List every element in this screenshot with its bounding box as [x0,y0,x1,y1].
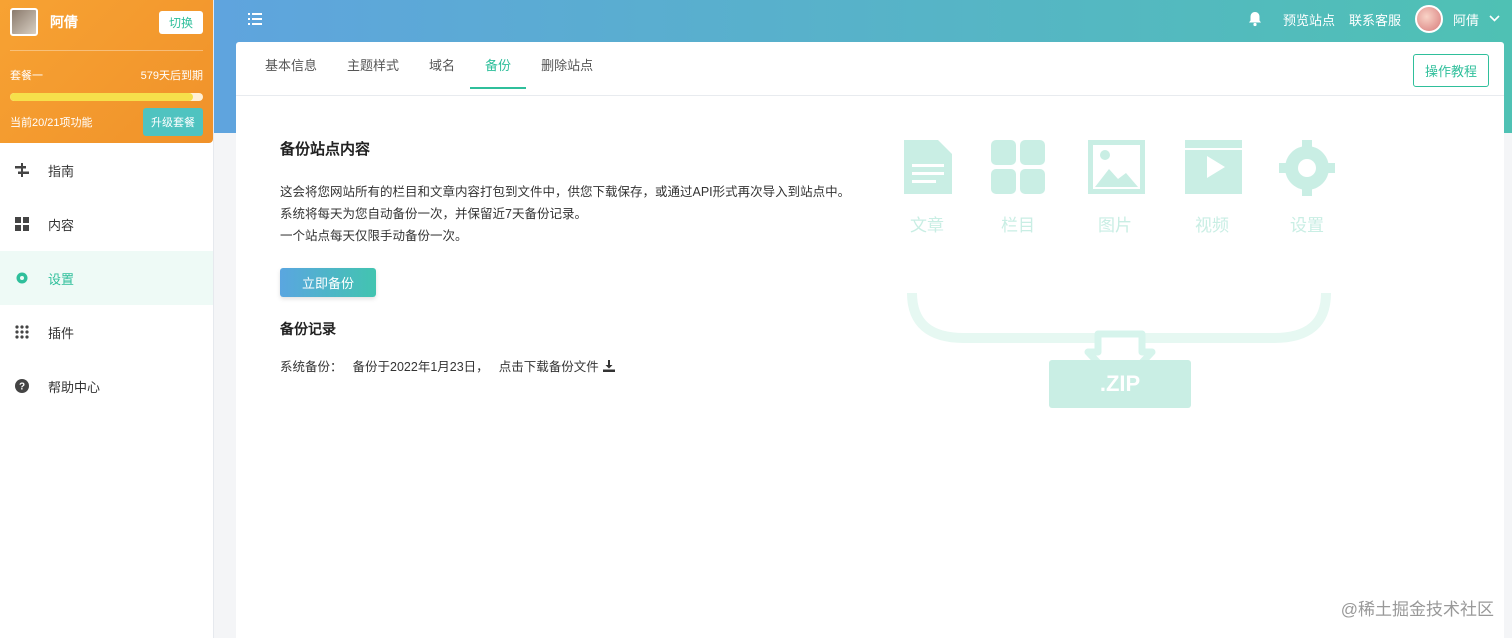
tab-theme-style[interactable]: 主题样式 [332,42,414,96]
main-card: 基本信息 主题样式 域名 备份 删除站点 操作教程 备份站点内容 这会将您网站所… [236,42,1504,638]
plan-features: 当前20/21项功能 [10,117,93,129]
description-line: 一个站点每天仅限手动备份一次。 [280,229,468,243]
illustration-label-videos: 视频 [1195,216,1229,235]
tab-domain[interactable]: 域名 [414,42,470,96]
backup-record: 系统备份： 备份于2022年1月23日， 点击下载备份文件 [280,356,880,375]
zip-badge: .ZIP [1049,360,1191,408]
user-avatar[interactable] [1414,5,1443,33]
record-type: 系统备份： [280,360,343,374]
contact-support-link[interactable]: 联系客服 [1349,10,1401,29]
backup-illustration: 文章 栏目 图片 视频 设置 .ZIP [894,138,1344,418]
sidebar-item-label: 设置 [48,271,75,287]
plan-expire: 579天后到期 [140,70,203,82]
account-avatar [10,8,38,36]
backup-section: 备份站点内容 这会将您网站所有的栏目和文章内容打包到文件中，供您下载保存，或通过… [280,138,880,375]
preview-site-link[interactable]: 预览站点 [1283,10,1335,29]
tutorial-button[interactable]: 操作教程 [1412,54,1489,87]
sidebar-item-label: 插件 [48,325,75,341]
tab-backup[interactable]: 备份 [470,42,527,96]
upgrade-button[interactable]: 升级套餐 [143,108,203,136]
plan-progress-bar [10,93,203,101]
account-name: 阿倩 [50,14,78,30]
tab-basic-info[interactable]: 基本信息 [250,42,332,96]
grid-icon [14,216,30,232]
illustration-label-columns: 栏目 [1001,216,1035,235]
user-name[interactable]: 阿倩 [1453,10,1479,29]
sidebar-item-label: 指南 [48,163,75,179]
help-icon: ? [14,378,30,394]
dots-grid-icon [14,324,30,340]
plan-name: 套餐一 [10,70,43,82]
guide-icon [14,162,30,178]
sidebar-item-settings[interactable]: 设置 [0,251,213,305]
download-icon[interactable] [602,359,615,372]
backup-now-button[interactable]: 立即备份 [280,268,376,297]
divider [10,50,203,51]
plan-card: 阿倩 切换 套餐一 579天后到期 当前20/21项功能 升级套餐 [0,0,213,143]
svg-text:?: ? [19,382,25,393]
download-link[interactable]: 点击下载备份文件 [499,356,599,375]
backup-description: 这会将您网站所有的栏目和文章内容打包到文件中，供您下载保存，或通过API形式再次… [280,181,880,247]
chevron-down-icon[interactable] [1489,13,1500,25]
bell-icon[interactable] [1247,11,1263,27]
sidebar: 阿倩 切换 套餐一 579天后到期 当前20/21项功能 升级套餐 指南 内容 [0,0,214,638]
sidebar-item-plugins[interactable]: 插件 [0,305,213,359]
records-title: 备份记录 [280,321,336,337]
backup-title: 备份站点内容 [280,141,371,158]
record-time: 备份于2022年1月23日， [352,360,489,374]
tab-bar: 基本信息 主题样式 域名 备份 删除站点 操作教程 [236,42,1504,96]
watermark: @稀土掘金技术社区 [1340,600,1494,619]
illustration-label-article: 文章 [910,216,944,235]
plan-progress-fill [10,93,194,101]
tab-delete-site[interactable]: 删除站点 [526,42,608,96]
description-line: 这会将您网站所有的栏目和文章内容打包到文件中，供您下载保存，或通过API形式再次… [280,185,851,199]
menu-toggle-icon[interactable] [248,12,262,28]
gear-icon [14,270,30,286]
sidebar-nav: 指南 内容 设置 插件 ? 帮助中心 [0,143,213,413]
illustration-label-settings: 设置 [1290,216,1324,235]
description-line: 系统将每天为您自动备份一次，并保留近7天备份记录。 [280,207,587,221]
sidebar-item-label: 帮助中心 [48,379,101,395]
switch-button[interactable]: 切换 [158,10,203,34]
sidebar-item-label: 内容 [48,217,75,233]
sidebar-item-content[interactable]: 内容 [0,197,213,251]
illustration-label-images: 图片 [1098,216,1132,235]
sidebar-item-help[interactable]: ? 帮助中心 [0,359,213,413]
sidebar-item-guide[interactable]: 指南 [0,143,213,197]
